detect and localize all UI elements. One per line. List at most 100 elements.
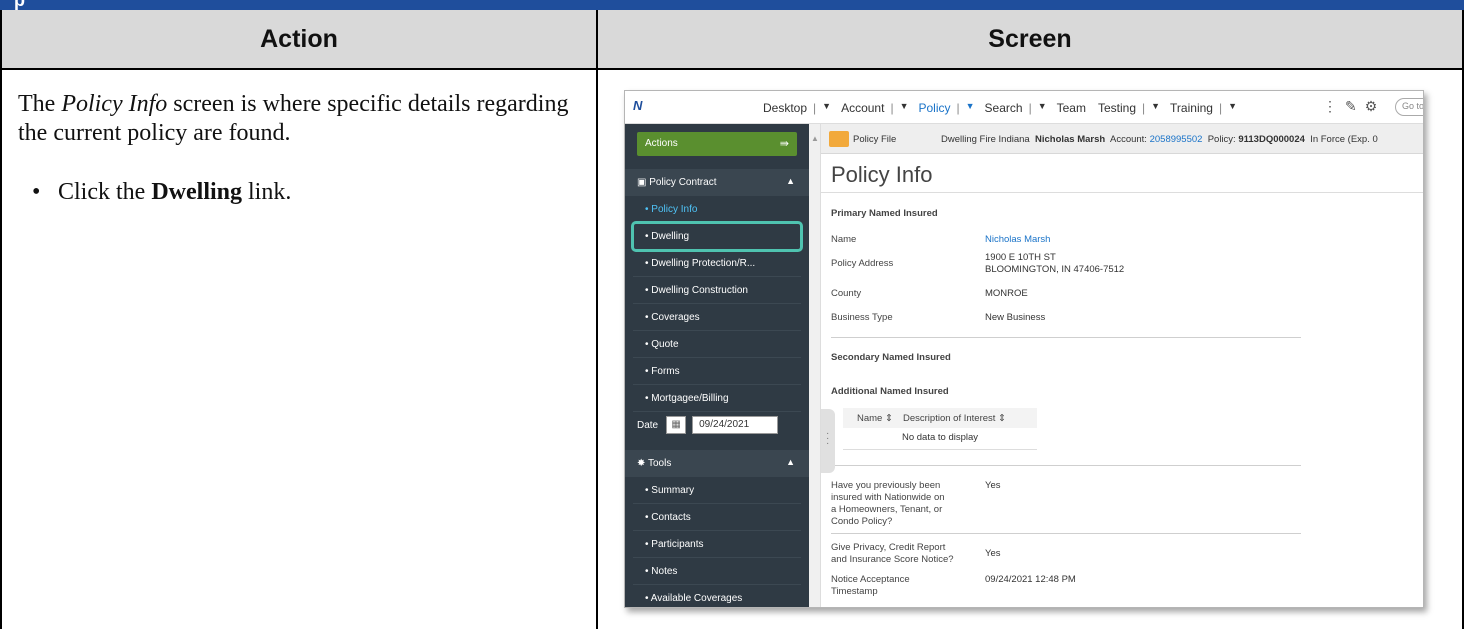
bullet-suffix: link.: [242, 179, 292, 205]
panel-splitter-handle[interactable]: · · ·: [821, 409, 835, 473]
infobar-policy-label: Policy:: [1207, 134, 1236, 145]
question-2-line: and Insurance Score Notice?: [831, 554, 954, 565]
question-3-value: 09/24/2021 12:48 PM: [985, 574, 1076, 585]
page-title: Policy Info: [831, 162, 933, 187]
sidebar-item-dwelling[interactable]: • Dwelling: [631, 221, 803, 252]
question-1-line: Have you previously been: [831, 480, 941, 491]
primary-named-insured-heading: Primary Named Insured: [831, 208, 938, 219]
policy-infobar: Policy File Dwelling Fire Indiana Nichol…: [821, 124, 1423, 154]
address-label: Policy Address: [831, 258, 894, 269]
county-label: County: [831, 288, 862, 299]
drag-handle-icon: · · ·: [826, 428, 830, 449]
policy-contract-icon: ▣: [637, 177, 650, 188]
app-top-nav: N Desktop | ▼ Account | ▼ Policy | ▼ Search | ▼ …: [625, 91, 1423, 124]
sidebar-item-forms[interactable]: • Forms: [633, 358, 801, 385]
question-3-label: Notice Acceptance Timestamp: [831, 574, 910, 598]
folder-icon: [829, 131, 849, 147]
banner-glyph: p: [14, 0, 25, 10]
county-value: MONROE: [985, 288, 1028, 299]
menu-testing[interactable]: Testing: [1098, 101, 1136, 115]
address-line2: BLOOMINGTON, IN 47406-7512: [985, 264, 1125, 275]
more-options-icon[interactable]: ⋮: [1323, 98, 1337, 115]
infobar-insured: Nicholas Marsh: [1035, 134, 1106, 145]
menu-search[interactable]: Search: [985, 101, 1023, 115]
infobar-policy-number: 9113DQ000024: [1238, 134, 1305, 145]
sidebar-item-summary[interactable]: • Summary: [633, 477, 801, 504]
menu-policy[interactable]: Policy: [918, 101, 950, 115]
divider: [831, 337, 1301, 338]
main-content: Policy File Dwelling Fire Indiana Nichol…: [821, 124, 1423, 607]
question-1-line: insured with Nationwide on: [831, 492, 945, 503]
actions-label: Actions: [645, 138, 678, 149]
sidebar-item-contacts[interactable]: • Contacts: [633, 504, 801, 531]
sidebar-item-notes[interactable]: • Notes: [633, 558, 801, 585]
divider: [831, 465, 1301, 466]
question-2-line: Give Privacy, Credit Report: [831, 542, 946, 553]
sidebar-scrollbar[interactable]: ▲: [809, 124, 821, 607]
account-link[interactable]: 2058995502: [1150, 134, 1203, 145]
document-top-banner: p: [0, 0, 1464, 10]
menu-training[interactable]: Training: [1170, 101, 1213, 115]
policy-file-label[interactable]: Policy File: [853, 134, 896, 145]
gear-icon[interactable]: ⚙: [1365, 98, 1378, 115]
tools-label: Tools: [647, 458, 672, 469]
main-menu: Desktop | ▼ Account | ▼ Policy | ▼ Search | ▼ Te…: [763, 101, 1238, 115]
actions-menu-icon: ⇛: [779, 138, 789, 150]
menu-team[interactable]: Team: [1057, 101, 1086, 115]
chevron-down-icon[interactable]: ▼: [1038, 101, 1047, 115]
calendar-icon[interactable]: ▦: [666, 416, 687, 434]
question-1-line: a Homeowners, Tenant, or: [831, 504, 943, 515]
sidebar-item-mortgagee-billing[interactable]: • Mortgagee/Billing: [633, 385, 801, 412]
divider: [831, 533, 1301, 534]
bullet-text: Click the Dwelling link.: [58, 178, 291, 207]
sidebar-item-policy-info[interactable]: • Policy Info: [633, 196, 801, 223]
action-cell: The Policy Info screen is where specific…: [18, 90, 588, 207]
policy-contract-section[interactable]: ▣ Policy Contract ▲: [625, 169, 809, 196]
chevron-down-icon[interactable]: ▼: [1151, 101, 1160, 115]
action-bullet: • Click the Dwelling link.: [32, 178, 588, 207]
name-label: Name: [831, 234, 857, 245]
col-description-header[interactable]: Description of Interest ⇕: [903, 413, 1006, 424]
table-empty-message: No data to display: [901, 432, 979, 443]
tools-section[interactable]: ✸ Tools ▲: [625, 450, 809, 477]
menu-account[interactable]: Account: [841, 101, 884, 115]
chevron-down-icon[interactable]: ▼: [1228, 101, 1237, 115]
chevron-down-icon[interactable]: ▼: [822, 101, 831, 115]
edit-icon[interactable]: ✎: [1345, 98, 1357, 115]
sidebar-item-quote[interactable]: • Quote: [633, 331, 801, 358]
top-icons: ⋮ ✎ ⚙: [1323, 98, 1385, 115]
action-column-header: Action: [2, 10, 596, 70]
col-name-header[interactable]: Name ⇕: [857, 413, 893, 424]
sidebar-item-dwelling-protection[interactable]: • Dwelling Protection/R...: [633, 250, 801, 277]
sidebar-item-dwelling-construction[interactable]: • Dwelling Construction: [633, 277, 801, 304]
title-divider: [821, 192, 1423, 193]
business-type-value: New Business: [985, 312, 1046, 323]
date-label: Date: [637, 419, 659, 431]
sidebar: Actions ⇛ ▣ Policy Contract ▲ • Policy I…: [625, 124, 809, 607]
question-2-label: Give Privacy, Credit Report and Insuranc…: [831, 542, 954, 566]
sidebar-item-coverages[interactable]: • Coverages: [633, 304, 801, 331]
question-2-value: Yes: [985, 548, 1001, 559]
menu-desktop[interactable]: Desktop: [763, 101, 807, 115]
question-1-label: Have you previously been insured with Na…: [831, 480, 945, 528]
business-type-label: Business Type: [831, 312, 893, 323]
infobar-status: In Force (Exp. 0: [1310, 134, 1378, 145]
chevron-down-icon[interactable]: ▼: [900, 101, 909, 115]
bullet-bold: Dwelling: [151, 179, 242, 205]
sidebar-item-available-coverages[interactable]: • Available Coverages: [633, 585, 801, 607]
infobar-line: Dwelling Fire Indiana: [941, 134, 1030, 145]
question-1-line: Condo Policy?: [831, 516, 893, 527]
goto-input[interactable]: Go to: [1395, 98, 1423, 116]
question-3-line: Notice Acceptance: [831, 574, 910, 585]
scroll-up-icon[interactable]: ▲: [811, 134, 819, 143]
name-link[interactable]: Nicholas Marsh: [985, 234, 1050, 246]
intro-prefix: The: [18, 91, 62, 117]
secondary-named-insured-heading: Secondary Named Insured: [831, 352, 951, 363]
action-intro: The Policy Info screen is where specific…: [18, 90, 588, 148]
nationwide-logo-icon: N: [633, 98, 643, 113]
sidebar-item-participants[interactable]: • Participants: [633, 531, 801, 558]
additional-insured-table: Name ⇕ Description of Interest ⇕ No data…: [843, 408, 1037, 450]
actions-button[interactable]: Actions ⇛: [637, 132, 797, 156]
date-field[interactable]: 09/24/2021: [692, 416, 779, 434]
chevron-down-icon[interactable]: ▼: [966, 101, 975, 115]
